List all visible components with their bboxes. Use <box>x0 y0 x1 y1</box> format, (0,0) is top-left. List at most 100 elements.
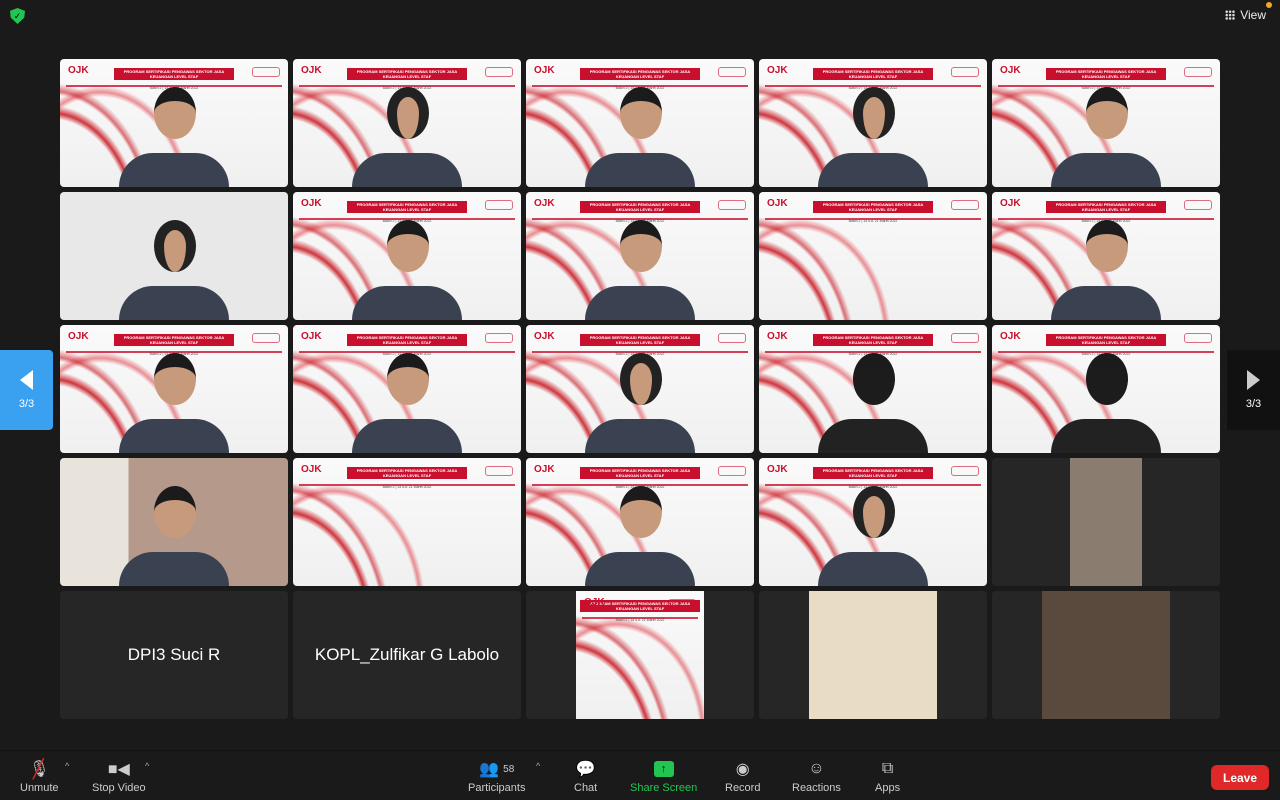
slide-title: PROGRAM SERTIFIKASI PENGAWAS SEKTOR JASA… <box>1046 334 1166 346</box>
participant-tile[interactable] <box>60 192 288 320</box>
participant-tile[interactable] <box>759 591 987 719</box>
event-logo <box>668 599 696 609</box>
emoji-plus-icon: ☺ <box>808 760 825 777</box>
participant-tile[interactable]: KOPL_Zulfikar G Labolo <box>293 591 521 719</box>
event-logo <box>718 67 746 77</box>
participant-video <box>585 87 695 187</box>
ojk-logo: OJK <box>1000 65 1021 76</box>
slide-title: PROGRAM SERTIFIKASI PENGAWAS SEKTOR JASA… <box>813 334 933 346</box>
ojk-logo: OJK <box>584 597 605 608</box>
participant-tile[interactable] <box>992 458 1220 586</box>
participant-tile[interactable]: PROGRAM SERTIFIKASI PENGAWAS SEKTOR JASA… <box>60 59 288 187</box>
event-logo <box>485 333 513 343</box>
participant-tile[interactable]: PROGRAM SERTIFIKASI PENGAWAS SEKTOR JASA… <box>293 192 521 320</box>
share-screen-button[interactable]: ↑ Share Screen <box>630 759 697 794</box>
participant-tile[interactable] <box>60 458 288 586</box>
ojk-logo: OJK <box>767 464 788 475</box>
participant-tile[interactable]: PROGRAM SERTIFIKASI PENGAWAS SEKTOR JASA… <box>992 325 1220 453</box>
participant-tile[interactable]: PROGRAM SERTIFIKASI PENGAWAS SEKTOR JASA… <box>293 325 521 453</box>
participant-tile[interactable]: PROGRAM SERTIFIKASI PENGAWAS SEKTOR JASA… <box>759 192 987 320</box>
participant-tile[interactable]: PROGRAM SERTIFIKASI PENGAWAS SEKTOR JASA… <box>526 192 754 320</box>
share-screen-label: Share Screen <box>630 782 698 794</box>
participant-tile[interactable]: PROGRAM SERTIFIKASI PENGAWAS SEKTOR JASA… <box>60 325 288 453</box>
participant-video <box>119 486 229 586</box>
slide-title: PROGRAM SERTIFIKASI PENGAWAS SEKTOR JASA… <box>1046 68 1166 80</box>
unmute-button[interactable]: 🎙 ╱ Unmute <box>20 758 59 795</box>
participants-button[interactable]: 👥 58 Participants <box>468 759 525 794</box>
participant-tile[interactable] <box>992 591 1220 719</box>
participants-count: 58 <box>503 763 515 775</box>
slide-batch: Batch 2 | 14 s.d. 21 Maret 2022 <box>615 618 665 622</box>
slide-batch: Batch 2 | 14 s.d. 21 Maret 2022 <box>382 485 432 489</box>
participant-tile[interactable]: PROGRAM SERTIFIKASI PENGAWAS SEKTOR JASA… <box>293 458 521 586</box>
participant-tile[interactable]: PROGRAM SERTIFIKASI PENGAWAS SEKTOR JASA… <box>992 59 1220 187</box>
ojk-logo: OJK <box>767 198 788 209</box>
participant-tile[interactable]: PROGRAM SERTIFIKASI PENGAWAS SEKTOR JASA… <box>759 458 987 586</box>
participant-video <box>585 220 695 320</box>
slide-batch: Batch 2 | 14 s.d. 21 Maret 2022 <box>848 219 898 223</box>
slide-title: PROGRAM SERTIFIKASI PENGAWAS SEKTOR JASA… <box>114 68 234 80</box>
participant-video <box>1051 87 1161 187</box>
record-button[interactable]: ◉ Record <box>725 759 760 794</box>
stop-video-button[interactable]: ■◀ Stop Video <box>92 759 146 794</box>
muted-mic-icon: 🎙 ╱ <box>29 758 50 779</box>
participant-tile[interactable]: PROGRAM SERTIFIKASI PENGAWAS SEKTOR JASA… <box>526 325 754 453</box>
ojk-logo: OJK <box>301 198 322 209</box>
apps-label: Apps <box>875 782 901 794</box>
ojk-logo: OJK <box>301 464 322 475</box>
ojk-logo: OJK <box>68 331 89 342</box>
participant-tile[interactable]: PROGRAM SERTIFIKASI PENGAWAS SEKTOR JASA… <box>526 458 754 586</box>
event-logo <box>718 466 746 476</box>
participant-tile[interactable]: PROGRAM SERTIFIKASI PENGAWAS SEKTOR JASA… <box>526 59 754 187</box>
reactions-label: Reactions <box>792 782 841 794</box>
participant-video <box>119 87 229 187</box>
chat-bubble-icon: 💬 <box>575 761 596 778</box>
ojk-logo: OJK <box>534 331 555 342</box>
apps-icon: ⧉ <box>881 760 894 777</box>
event-logo <box>1184 67 1212 77</box>
slide-title: PROGRAM SERTIFIKASI PENGAWAS SEKTOR JASA… <box>347 334 467 346</box>
participant-tile[interactable]: DPI3 Suci R <box>60 591 288 719</box>
leave-button[interactable]: Leave <box>1211 765 1269 790</box>
slide-title: PROGRAM SERTIFIKASI PENGAWAS SEKTOR JASA… <box>580 201 700 213</box>
participant-video <box>818 87 928 187</box>
view-label: View <box>1240 8 1266 22</box>
event-logo <box>718 200 746 210</box>
participant-tile[interactable]: PROGRAM SERTIFIKASI PENGAWAS SEKTOR JASA… <box>759 59 987 187</box>
video-camera-icon: ■◀ <box>107 761 130 778</box>
apps-button[interactable]: ⧉ Apps <box>875 759 900 794</box>
participants-options-caret[interactable]: ^ <box>536 761 540 771</box>
shared-slide-video: PROGRAM SERTIFIKASI PENGAWAS SEKTOR JASA… <box>576 591 704 719</box>
participant-tile[interactable]: PROGRAM SERTIFIKASI PENGAWAS SEKTOR JASA… <box>992 192 1220 320</box>
participant-tile[interactable]: PROGRAM SERTIFIKASI PENGAWAS SEKTOR JASA… <box>526 591 754 719</box>
video-options-caret[interactable]: ^ <box>145 761 149 771</box>
event-logo <box>485 200 513 210</box>
event-logo <box>951 333 979 343</box>
event-logo <box>951 67 979 77</box>
participants-label: Participants <box>468 782 526 794</box>
participant-video <box>1051 353 1161 453</box>
notification-dot <box>1266 2 1272 8</box>
event-logo <box>951 466 979 476</box>
participant-video <box>119 353 229 453</box>
participant-tile[interactable]: PROGRAM SERTIFIKASI PENGAWAS SEKTOR JASA… <box>759 325 987 453</box>
ojk-logo: OJK <box>534 65 555 76</box>
audio-options-caret[interactable]: ^ <box>65 761 69 771</box>
ojk-logo: OJK <box>534 198 555 209</box>
participant-name: KOPL_Zulfikar G Labolo <box>314 645 500 664</box>
share-screen-icon: ↑ <box>653 759 674 779</box>
next-page-button[interactable]: 3/3 <box>1227 350 1280 430</box>
security-shield-icon[interactable]: ✓ <box>10 8 25 24</box>
slide-title: PROGRAM SERTIFIKASI PENGAWAS SEKTOR JASA… <box>813 467 933 479</box>
participant-tile[interactable]: PROGRAM SERTIFIKASI PENGAWAS SEKTOR JASA… <box>293 59 521 187</box>
previous-page-button[interactable]: 3/3 <box>0 350 53 430</box>
ojk-logo: OJK <box>68 65 89 76</box>
record-icon: ◉ <box>735 761 750 778</box>
slide-title: PROGRAM SERTIFIKASI PENGAWAS SEKTOR JASA… <box>580 467 700 479</box>
participant-video <box>1042 591 1170 719</box>
view-button[interactable]: View <box>1225 2 1272 22</box>
reactions-button[interactable]: ☺ Reactions <box>792 759 841 794</box>
chat-button[interactable]: 💬 Chat <box>574 759 597 794</box>
event-logo <box>718 333 746 343</box>
participant-video <box>818 353 928 453</box>
